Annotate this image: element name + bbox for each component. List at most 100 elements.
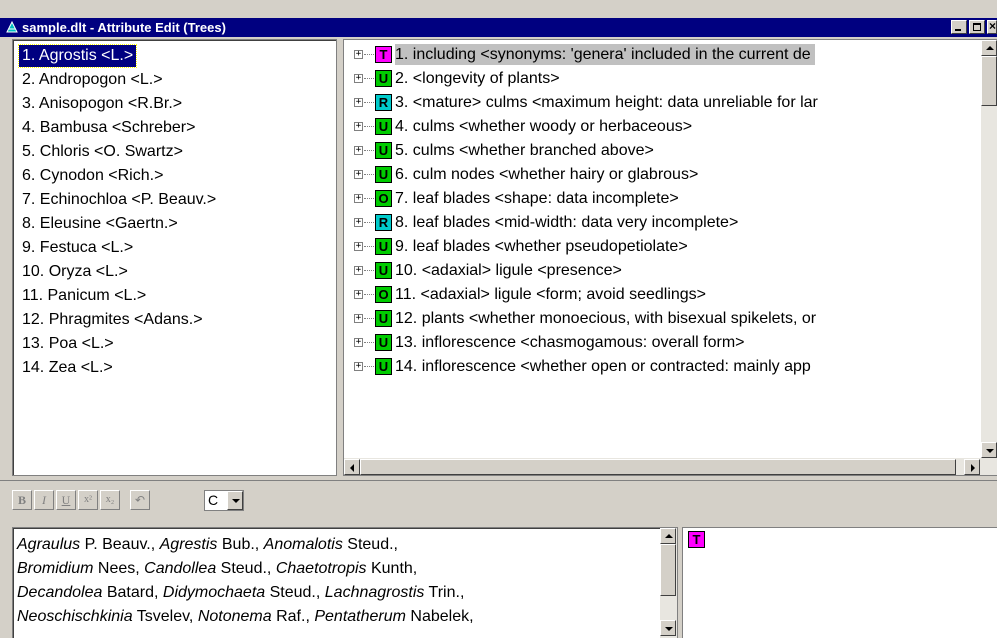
taxon-item[interactable]: 11. Panicum <L.> — [19, 285, 149, 307]
minimize-button[interactable] — [951, 20, 967, 34]
attribute-row[interactable]: + U 14. inflorescence <whether open or con… — [344, 355, 980, 379]
editor-scroll-up-button[interactable] — [660, 528, 676, 544]
tree-connector — [364, 150, 374, 151]
genus-name: Anomalotis — [263, 536, 343, 553]
attribute-row[interactable]: + U 13. inflorescence <chasmogamous: overa… — [344, 331, 980, 355]
expand-icon[interactable]: + — [354, 314, 363, 323]
attribute-row[interactable]: + R 3. <mature> culms <maximum height: dat… — [344, 91, 980, 115]
taxon-item[interactable]: 3. Anisopogon <R.Br.> — [19, 93, 185, 115]
attribute-row[interactable]: + R 8. leaf blades <mid-width: data very i… — [344, 211, 980, 235]
attribute-row[interactable]: + U 6. culm nodes <whether hairy or glabro… — [344, 163, 980, 187]
attribute-label: 2. <longevity of plants> — [395, 70, 560, 87]
maximize-icon — [973, 23, 981, 31]
author-text: Tsvelev, — [132, 608, 198, 625]
editor-vertical-scrollbar[interactable] — [660, 528, 677, 638]
expand-icon[interactable]: + — [354, 194, 363, 203]
expand-icon[interactable]: + — [354, 74, 363, 83]
expand-icon[interactable]: + — [354, 266, 363, 275]
taxon-item[interactable]: 13. Poa <L.> — [19, 333, 117, 355]
subscript-button[interactable]: x₂ — [100, 490, 120, 510]
window-title: sample.dlt - Attribute Edit (Trees) — [22, 20, 226, 35]
title-bar[interactable]: sample.dlt - Attribute Edit (Trees) × — [0, 18, 997, 37]
maximize-button[interactable] — [969, 20, 985, 34]
pane-splitter[interactable] — [0, 476, 997, 481]
expand-icon[interactable]: + — [354, 242, 363, 251]
taxon-item[interactable]: 1. Agrostis <L.> — [17, 44, 138, 68]
taxon-item[interactable]: 7. Echinochloa <P. Beauv.> — [19, 189, 219, 211]
format-toolbar: B I U x² x₂ ↶ C — [0, 484, 997, 518]
expand-icon[interactable]: + — [354, 338, 363, 347]
genus-name: Agraulus — [17, 536, 81, 553]
italic-button[interactable]: I — [34, 490, 54, 510]
taxon-item[interactable]: 4. Bambusa <Schreber> — [19, 117, 198, 139]
scroll-down-button[interactable] — [981, 442, 997, 458]
taxon-item[interactable]: 6. Cynodon <Rich.> — [19, 165, 166, 187]
app-window: sample.dlt - Attribute Edit (Trees) × 1.… — [0, 0, 997, 638]
arrow-up-icon — [665, 534, 673, 538]
expand-icon[interactable]: + — [354, 98, 363, 107]
attribute-status-badge: U — [375, 142, 392, 159]
scroll-up-button[interactable] — [981, 40, 997, 56]
attribute-vertical-scrollbar[interactable] — [981, 40, 997, 458]
expand-icon[interactable]: + — [354, 50, 363, 59]
attribute-status-badge: R — [375, 214, 392, 231]
scroll-right-button[interactable] — [964, 459, 980, 475]
attribute-preview-pane: T — [682, 527, 997, 638]
expand-icon[interactable]: + — [354, 122, 363, 131]
attribute-status-badge: T — [375, 46, 392, 63]
attribute-status-badge: U — [375, 358, 392, 375]
expand-icon[interactable]: + — [354, 290, 363, 299]
taxon-item[interactable]: 2. Andropogon <L.> — [19, 69, 166, 91]
chevron-down-icon — [232, 499, 240, 503]
tree-connector — [364, 174, 374, 175]
taxon-item[interactable]: 9. Festuca <L.> — [19, 237, 136, 259]
expand-icon[interactable]: + — [354, 362, 363, 371]
font-dropdown-button[interactable] — [227, 491, 243, 510]
scroll-thumb[interactable] — [981, 56, 997, 106]
attribute-row[interactable]: + O 7. leaf blades <shape: data incomplete… — [344, 187, 980, 211]
undo-button[interactable]: ↶ — [130, 490, 150, 510]
editor-line: Decandolea Batard, Didymochaeta Steud., … — [17, 581, 647, 605]
superscript-button[interactable]: x² — [78, 490, 98, 510]
tree-connector — [364, 270, 374, 271]
attribute-row[interactable]: + U 10. <adaxial> ligule <presence> — [344, 259, 980, 283]
font-select[interactable]: C — [204, 490, 244, 511]
attribute-row[interactable]: + O 11. <adaxial> ligule <form; avoid seed… — [344, 283, 980, 307]
genus-name: Decandolea — [17, 584, 103, 601]
attribute-row[interactable]: + T 1. including <synonyms: 'genera' inclu… — [344, 43, 980, 67]
genus-name: Notonema — [197, 608, 272, 625]
underline-button[interactable]: U — [56, 490, 76, 510]
taxon-item[interactable]: 8. Eleusine <Gaertn.> — [19, 213, 181, 235]
attribute-row[interactable]: + U 9. leaf blades <whether pseudopetiolat… — [344, 235, 980, 259]
attribute-status-badge: U — [375, 262, 392, 279]
editor-scroll-down-button[interactable] — [660, 620, 676, 636]
attribute-row[interactable]: + U 12. plants <whether monoecious, with b… — [344, 307, 980, 331]
attribute-text-editor[interactable]: Agraulus P. Beauv., Agrestis Bub., Anoma… — [12, 527, 678, 638]
attribute-horizontal-scrollbar[interactable] — [344, 458, 997, 475]
taxon-item[interactable]: 14. Zea <L.> — [19, 357, 116, 379]
taxon-item[interactable]: 5. Chloris <O. Swartz> — [19, 141, 186, 163]
expand-icon[interactable]: + — [354, 146, 363, 155]
tree-connector — [364, 198, 374, 199]
genus-name: Bromidium — [17, 560, 94, 577]
close-button[interactable]: × — [987, 19, 997, 34]
hscroll-thumb[interactable] — [360, 459, 956, 475]
editor-line: Bromidium Nees, Candollea Steud., Chaeto… — [17, 557, 647, 581]
taxon-item[interactable]: 10. Oryza <L.> — [19, 261, 131, 283]
tree-connector — [364, 246, 374, 247]
attribute-label: 5. culms <whether branched above> — [395, 142, 654, 159]
expand-icon[interactable]: + — [354, 170, 363, 179]
attribute-tree[interactable]: + T 1. including <synonyms: 'genera' inclu… — [343, 39, 997, 476]
attribute-row[interactable]: + U 2. <longevity of plants> — [344, 67, 980, 91]
attribute-status-badge: U — [375, 70, 392, 87]
genus-name: Neoschischkinia — [17, 608, 133, 625]
attribute-row[interactable]: + U 4. culms <whether woody or herbaceous> — [344, 115, 980, 139]
editor-scroll-thumb[interactable] — [660, 544, 676, 596]
expand-icon[interactable]: + — [354, 218, 363, 227]
taxon-list[interactable]: 1. Agrostis <L.> 2. Andropogon <L.> 3. Ani… — [12, 39, 337, 476]
taxon-item[interactable]: 12. Phragmites <Adans.> — [19, 309, 206, 331]
bold-button[interactable]: B — [12, 490, 32, 510]
attribute-row[interactable]: + U 5. culms <whether branched above> — [344, 139, 980, 163]
editor-text[interactable]: Agraulus P. Beauv., Agrestis Bub., Anoma… — [17, 533, 647, 629]
scroll-left-button[interactable] — [344, 459, 360, 475]
